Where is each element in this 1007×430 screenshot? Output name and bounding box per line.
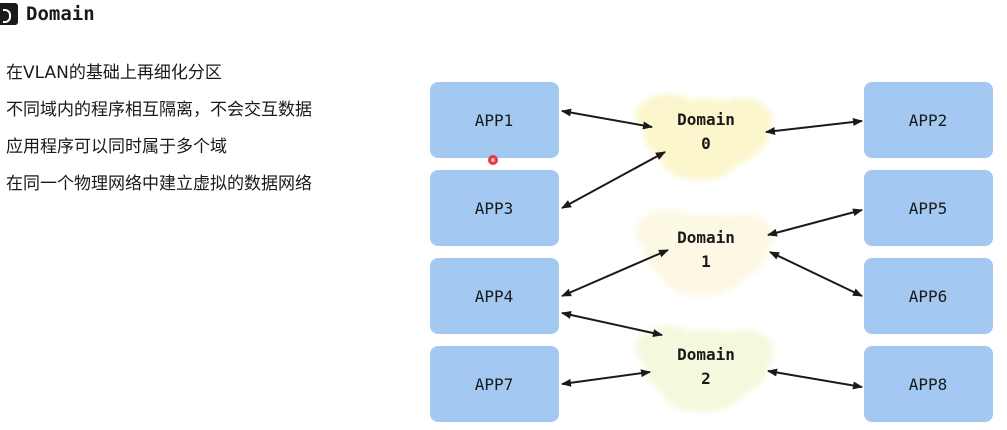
app-box-app3: APP3 [430, 170, 559, 246]
domain-diagram: Domain 0 Domain 1 Domain 2 APP1 APP3 APP… [430, 82, 993, 422]
app-box-app5: APP5 [864, 170, 993, 246]
app-box-app4: APP4 [430, 258, 559, 334]
link-app3-domain0 [561, 151, 666, 209]
domain-cloud-2: Domain 2 [636, 326, 774, 412]
link-domain0-app2 [765, 118, 863, 135]
domain-1-name: Domain [677, 228, 735, 247]
app-label: APP8 [909, 375, 948, 394]
link-domain2-app8 [767, 368, 863, 390]
app-box-app7: APP7 [430, 346, 559, 422]
link-domain1-app5 [767, 208, 863, 237]
app-box-app2: APP2 [864, 82, 993, 158]
domain-cloud-0: Domain 0 [636, 94, 772, 180]
domain-cloud-1: Domain 1 [636, 210, 774, 296]
domain-0-name: Domain [677, 110, 735, 129]
link-app4-domain1 [561, 249, 669, 297]
app-box-app1: APP1 [430, 82, 559, 158]
app-box-app8: APP8 [864, 346, 993, 422]
app-label: APP5 [909, 199, 948, 218]
app-label: APP6 [909, 287, 948, 306]
app-label: APP7 [475, 375, 514, 394]
app-box-app6: APP6 [864, 258, 993, 334]
app-label: APP3 [475, 199, 514, 218]
cursor-dot-icon [488, 155, 498, 165]
domain-1-id: 1 [701, 252, 711, 271]
app-label: APP1 [475, 111, 514, 130]
app-label: APP4 [475, 287, 514, 306]
domain-0-id: 0 [701, 134, 711, 153]
link-app7-domain2 [561, 369, 651, 387]
link-app4-domain2 [561, 311, 663, 337]
link-domain1-app6 [769, 251, 863, 297]
domain-2-id: 2 [701, 369, 711, 388]
domain-2-name: Domain [677, 345, 735, 364]
app-label: APP2 [909, 111, 948, 130]
